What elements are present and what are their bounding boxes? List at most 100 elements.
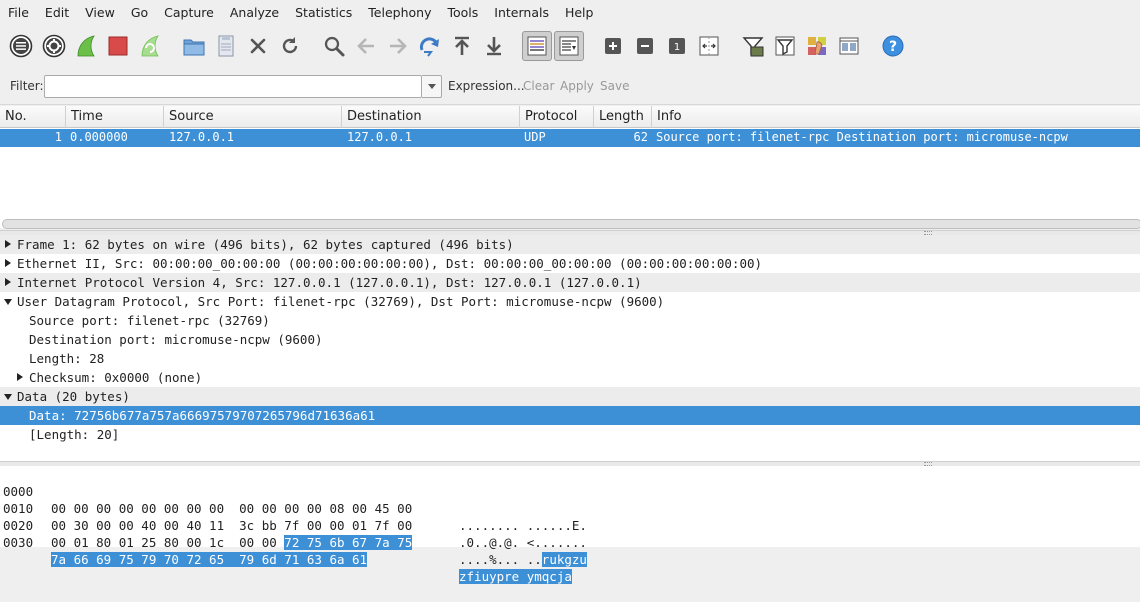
detail-text: Data (20 bytes) xyxy=(17,389,130,404)
detail-row-data-value[interactable]: Data: 72756b677a757a66697579707265796d71… xyxy=(0,406,1140,425)
bytes-row[interactable]: 0030 7a 66 69 75 79 70 72 65 79 6d 71 63… xyxy=(0,517,572,584)
resize-columns-icon[interactable] xyxy=(696,33,722,59)
stop-capture-icon[interactable] xyxy=(105,33,131,59)
packet-info: Source port: filenet-rpc Destination por… xyxy=(656,130,1068,144)
expand-arrow-icon[interactable] xyxy=(17,373,23,381)
capture-filters-icon[interactable] xyxy=(740,33,766,59)
detail-row-ipv4[interactable]: Internet Protocol Version 4, Src: 127.0.… xyxy=(0,273,1140,292)
menu-file[interactable]: File xyxy=(0,5,37,20)
packet-destination: 127.0.0.1 xyxy=(347,130,413,144)
packet-list-header: No. Time Source Destination Protocol Len… xyxy=(0,106,1140,128)
column-header-info[interactable]: Info xyxy=(652,106,1140,128)
menu-telephony[interactable]: Telephony xyxy=(360,5,439,20)
open-file-icon[interactable] xyxy=(181,33,207,59)
auto-scroll-icon[interactable] xyxy=(554,31,584,61)
first-packet-icon[interactable] xyxy=(449,33,475,59)
packet-details: Frame 1: 62 bytes on wire (496 bits), 62… xyxy=(0,235,1140,461)
column-header-source[interactable]: Source xyxy=(164,106,342,128)
menu-view[interactable]: View xyxy=(77,5,123,20)
bytes-row[interactable]: 0000 00 00 00 00 00 00 00 00 00 00 00 00… xyxy=(0,466,587,533)
collapse-arrow-icon[interactable] xyxy=(4,394,12,400)
bytes-hex: 7a 66 69 75 79 70 72 65 79 6d 71 63 6a 6… xyxy=(51,552,368,567)
packet-list: No. Time Source Destination Protocol Len… xyxy=(0,106,1140,228)
zoom-out-icon[interactable] xyxy=(632,33,658,59)
go-forward-icon[interactable] xyxy=(385,33,411,59)
packet-length: 62 xyxy=(633,130,648,144)
expand-arrow-icon[interactable] xyxy=(5,278,11,286)
column-header-length[interactable]: Length xyxy=(594,106,652,128)
menu-analyze[interactable]: Analyze xyxy=(222,5,287,20)
preferences-icon[interactable] xyxy=(836,33,862,59)
detail-row-data-length[interactable]: [Length: 20] xyxy=(0,425,1140,444)
filter-history-dropdown[interactable] xyxy=(422,75,442,98)
detail-row-data[interactable]: Data (20 bytes) xyxy=(0,387,1140,406)
close-file-icon[interactable] xyxy=(245,33,271,59)
bytes-hex: 00 01 80 01 25 80 00 1c 00 00 72 75 6b 6… xyxy=(51,535,413,550)
column-header-protocol[interactable]: Protocol xyxy=(520,106,594,128)
collapse-arrow-icon[interactable] xyxy=(4,299,12,305)
bytes-ascii: zfiuypre ymqcja xyxy=(459,569,572,584)
zoom-in-icon[interactable] xyxy=(600,33,626,59)
capture-options-icon[interactable] xyxy=(41,33,67,59)
detail-text: Destination port: micromuse-ncpw (9600) xyxy=(29,332,323,347)
packet-source: 127.0.0.1 xyxy=(169,130,235,144)
detail-row-length[interactable]: Length: 28 xyxy=(0,349,1140,368)
detail-row-dst-port[interactable]: Destination port: micromuse-ncpw (9600) xyxy=(0,330,1140,349)
menu-tools[interactable]: Tools xyxy=(439,5,486,20)
menu-help[interactable]: Help xyxy=(557,5,602,20)
detail-row-src-port[interactable]: Source port: filenet-rpc (32769) xyxy=(0,311,1140,330)
interface-list-icon[interactable] xyxy=(8,33,34,59)
help-icon[interactable]: ? xyxy=(880,33,906,59)
column-header-time[interactable]: Time xyxy=(66,106,164,128)
column-header-no[interactable]: No. xyxy=(0,106,66,128)
bytes-ascii: ....%... ..rukgzu xyxy=(459,552,587,567)
filter-bar: Filter: Expression... Clear Apply Save xyxy=(0,68,1140,105)
bytes-hex: 00 00 00 00 00 00 00 00 00 00 00 00 08 0… xyxy=(51,501,413,516)
detail-row-udp[interactable]: User Datagram Protocol, Src Port: filene… xyxy=(0,292,1140,311)
bytes-hex: 00 30 00 00 40 00 40 11 3c bb 7f 00 00 0… xyxy=(51,518,413,533)
menu-statistics[interactable]: Statistics xyxy=(287,5,360,20)
packet-no: 1 xyxy=(54,130,62,144)
detail-text: Checksum: 0x0000 (none) xyxy=(29,370,203,385)
start-capture-icon[interactable] xyxy=(73,33,99,59)
find-packet-icon[interactable] xyxy=(321,33,347,59)
save-filter-button[interactable]: Save xyxy=(600,79,629,93)
bytes-row[interactable]: 0010 00 30 00 00 40 00 40 11 3c bb 7f 00… xyxy=(0,483,587,550)
detail-text: Ethernet II, Src: 00:00:00_00:00:00 (00:… xyxy=(17,256,763,271)
packet-list-scrollbar[interactable] xyxy=(2,219,1140,229)
save-file-icon[interactable] xyxy=(213,33,239,59)
menu-edit[interactable]: Edit xyxy=(37,5,77,20)
clear-button[interactable]: Clear xyxy=(523,79,554,93)
last-packet-icon[interactable] xyxy=(481,33,507,59)
normal-size-icon[interactable]: 1 xyxy=(664,33,690,59)
display-filters-icon[interactable] xyxy=(772,33,798,59)
detail-row-checksum[interactable]: Checksum: 0x0000 (none) xyxy=(0,368,1140,387)
expand-arrow-icon[interactable] xyxy=(5,259,11,267)
detail-text: Source port: filenet-rpc (32769) xyxy=(29,313,270,328)
bytes-row[interactable]: 0020 00 01 80 01 25 80 00 1c 00 00 72 75… xyxy=(0,500,587,567)
restart-capture-icon[interactable] xyxy=(137,33,163,59)
colorize-icon[interactable] xyxy=(522,31,552,61)
packet-row[interactable]: 1 0.000000 127.0.0.1 127.0.0.1 UDP 62 So… xyxy=(0,129,1140,147)
menu-internals[interactable]: Internals xyxy=(486,5,557,20)
apply-button[interactable]: Apply xyxy=(560,79,594,93)
go-back-icon[interactable] xyxy=(353,33,379,59)
filter-input[interactable] xyxy=(44,75,422,98)
chevron-down-icon xyxy=(427,84,436,89)
detail-text: Data: 72756b677a757a66697579707265796d71… xyxy=(29,408,376,423)
bytes-ascii: .0..@.@. <....... xyxy=(459,535,587,550)
reload-icon[interactable] xyxy=(277,33,303,59)
bytes-offset: 0030 xyxy=(3,535,34,550)
expand-arrow-icon[interactable] xyxy=(5,240,11,248)
detail-text: User Datagram Protocol, Src Port: filene… xyxy=(17,294,665,309)
menu-capture[interactable]: Capture xyxy=(156,5,222,20)
detail-row-frame[interactable]: Frame 1: 62 bytes on wire (496 bits), 62… xyxy=(0,235,1140,254)
detail-row-ethernet[interactable]: Ethernet II, Src: 00:00:00_00:00:00 (00:… xyxy=(0,254,1140,273)
expression-button[interactable]: Expression... xyxy=(448,79,525,93)
column-header-destination[interactable]: Destination xyxy=(342,106,520,128)
detail-text: Length: 28 xyxy=(29,351,105,366)
coloring-rules-icon[interactable] xyxy=(804,33,830,59)
menu-go[interactable]: Go xyxy=(123,5,156,20)
go-to-packet-icon[interactable] xyxy=(417,33,443,59)
filter-label: Filter: xyxy=(10,79,44,93)
